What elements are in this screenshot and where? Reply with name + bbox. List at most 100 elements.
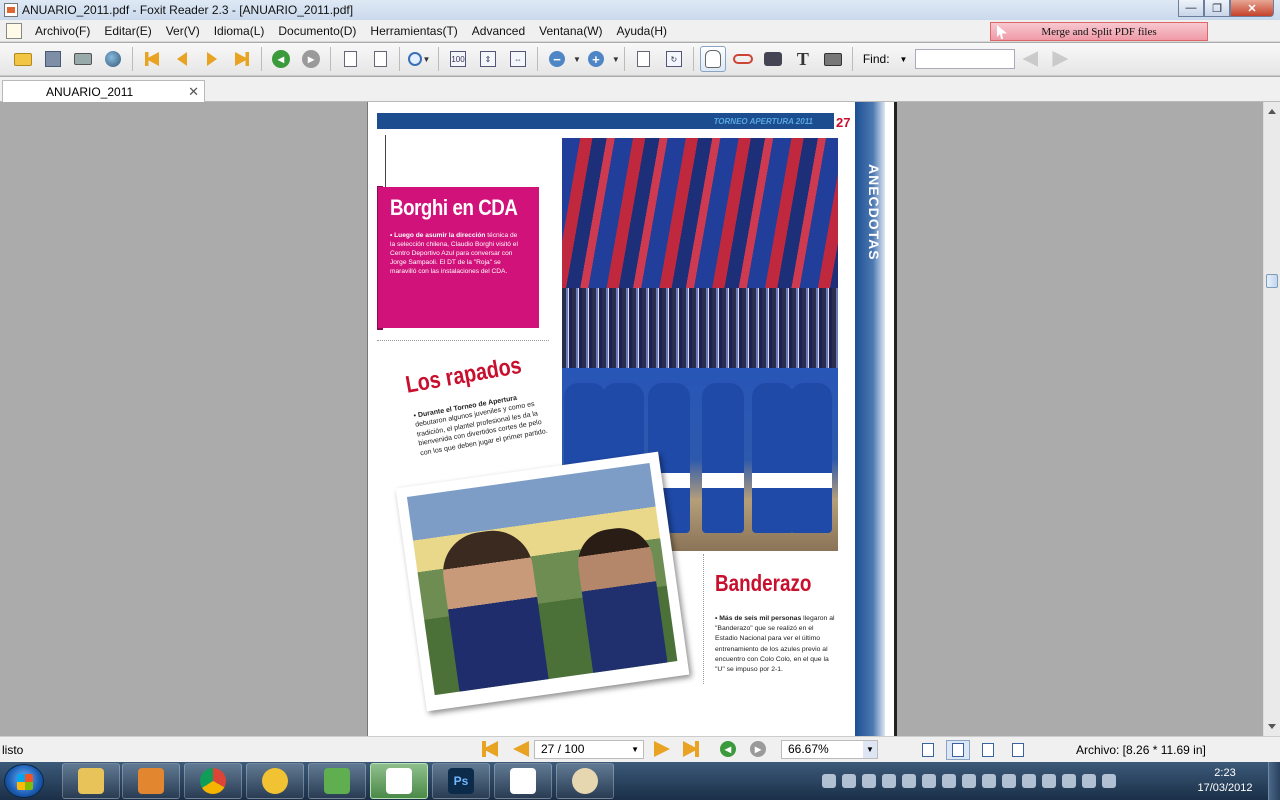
- menu-archivo[interactable]: Archivo(F): [28, 20, 97, 42]
- back-button[interactable]: ◂: [268, 46, 294, 72]
- last-page-button[interactable]: [229, 46, 255, 72]
- fit-page-button[interactable]: ⇕: [475, 46, 501, 72]
- page-number-value: 27 / 100: [541, 742, 585, 756]
- menu-ver[interactable]: Ver(V): [159, 20, 207, 42]
- tray-icon[interactable]: [862, 774, 876, 788]
- tray-icon[interactable]: [1022, 774, 1036, 788]
- zoom-out-button[interactable]: −: [544, 46, 570, 72]
- document-menu-icon[interactable]: [6, 22, 22, 39]
- find-tool-button[interactable]: [760, 46, 786, 72]
- menu-ayuda[interactable]: Ayuda(H): [610, 20, 674, 42]
- menu-advanced[interactable]: Advanced: [465, 20, 532, 42]
- taskbar-foxit-reader[interactable]: [370, 763, 428, 799]
- last-page-icon[interactable]: [683, 741, 699, 757]
- rotate-view-button[interactable]: ↻: [661, 46, 687, 72]
- scrollbar-thumb[interactable]: [1266, 274, 1278, 288]
- chevron-down-icon[interactable]: ▼: [631, 741, 639, 758]
- typewriter-button[interactable]: [730, 46, 756, 72]
- taskbar-messenger[interactable]: [308, 763, 366, 799]
- forward-icon: ▸: [302, 50, 320, 68]
- back-icon[interactable]: ◂: [720, 741, 736, 757]
- forward-icon[interactable]: ▸: [750, 741, 766, 757]
- print-button[interactable]: [70, 46, 96, 72]
- zoom-level-value: 66.67%: [788, 742, 829, 756]
- email-button[interactable]: [100, 46, 126, 72]
- chrome-icon: [200, 768, 226, 794]
- rotate-left-button[interactable]: [337, 46, 363, 72]
- tray-icon[interactable]: [842, 774, 856, 788]
- find-input[interactable]: [915, 49, 1016, 69]
- menu-idioma[interactable]: Idioma(L): [207, 20, 272, 42]
- find-next-icon: [1052, 51, 1069, 67]
- volume-icon[interactable]: [1062, 774, 1076, 788]
- maximize-button[interactable]: ❐: [1204, 0, 1230, 17]
- tab-close-icon[interactable]: ✕: [188, 84, 199, 100]
- vertical-scrollbar[interactable]: [1263, 102, 1280, 736]
- first-page-icon[interactable]: [482, 741, 498, 757]
- actual-size-button[interactable]: 100: [445, 46, 471, 72]
- find-label: Find:: [862, 52, 890, 66]
- taskbar-chrome[interactable]: [184, 763, 242, 799]
- network-icon[interactable]: [982, 774, 996, 788]
- snapshot-button[interactable]: [820, 46, 846, 72]
- chevron-down-icon[interactable]: ▼: [573, 55, 581, 64]
- single-page-button[interactable]: [916, 740, 940, 760]
- scroll-down-icon[interactable]: [1268, 724, 1276, 729]
- taskbar-paint[interactable]: [556, 763, 614, 799]
- close-button[interactable]: ✕: [1230, 0, 1274, 17]
- bluetooth-icon[interactable]: [962, 774, 976, 788]
- open-button[interactable]: [10, 46, 36, 72]
- next-page-button[interactable]: [199, 46, 225, 72]
- zoom-tool-button[interactable]: ▼: [406, 46, 432, 72]
- next-page-icon: [207, 52, 217, 66]
- page-number-field[interactable]: 27 / 100 ▼: [534, 740, 644, 759]
- zoom-level-field[interactable]: 66.67% ▼: [781, 740, 878, 759]
- menu-herramientas[interactable]: Herramientas(T): [363, 20, 464, 42]
- text-select-button[interactable]: T: [790, 46, 816, 72]
- previous-page-button[interactable]: [169, 46, 195, 72]
- bookmark-button[interactable]: [631, 46, 657, 72]
- find-previous-button[interactable]: [1017, 46, 1043, 72]
- taskbar-explorer[interactable]: [62, 763, 120, 799]
- start-button[interactable]: [4, 764, 44, 798]
- menu-ventana[interactable]: Ventana(W): [532, 20, 609, 42]
- menu-editar[interactable]: Editar(E): [97, 20, 158, 42]
- first-page-button[interactable]: [139, 46, 165, 72]
- tray-icon[interactable]: [902, 774, 916, 788]
- show-desktop-button[interactable]: [1268, 762, 1280, 800]
- hand-tool-button[interactable]: [699, 46, 726, 72]
- tray-icon[interactable]: [1042, 774, 1056, 788]
- tray-icon[interactable]: [882, 774, 896, 788]
- rotate-right-button[interactable]: [367, 46, 393, 72]
- taskbar-photoshop[interactable]: Ps: [432, 763, 490, 799]
- continuous-facing-button[interactable]: [1006, 740, 1030, 760]
- continuous-button[interactable]: [946, 740, 970, 760]
- chevron-down-icon[interactable]: ▼: [612, 55, 620, 64]
- tray-icon[interactable]: [1002, 774, 1016, 788]
- tray-icon[interactable]: [942, 774, 956, 788]
- taskbar-clock[interactable]: 2:23 17/03/2012: [1190, 766, 1260, 796]
- tab-anuario[interactable]: ANUARIO_2011 ✕: [2, 80, 205, 102]
- zoom-in-button[interactable]: +: [583, 46, 609, 72]
- next-page-icon[interactable]: [654, 741, 670, 757]
- tray-icon[interactable]: [1082, 774, 1096, 788]
- taskbar-media-player[interactable]: [122, 763, 180, 799]
- facing-button[interactable]: [976, 740, 1000, 760]
- tray-icon[interactable]: [822, 774, 836, 788]
- scroll-up-icon[interactable]: [1268, 109, 1276, 114]
- save-button[interactable]: [40, 46, 66, 72]
- minimize-button[interactable]: —: [1178, 0, 1204, 17]
- signal-icon[interactable]: [1102, 774, 1116, 788]
- document-viewport[interactable]: TORNEO APERTURA 2011 27 ANECDOTAS Borghi…: [0, 102, 1263, 736]
- taskbar-app-pen[interactable]: [494, 763, 552, 799]
- taskbar-app-a[interactable]: [246, 763, 304, 799]
- forward-button[interactable]: ▸: [298, 46, 324, 72]
- tray-icon[interactable]: [922, 774, 936, 788]
- menu-documento[interactable]: Documento(D): [271, 20, 363, 42]
- ad-banner[interactable]: Merge and Split PDF files: [990, 22, 1208, 41]
- find-next-button[interactable]: [1047, 46, 1073, 72]
- chevron-down-icon[interactable]: ▼: [863, 741, 877, 758]
- find-options-dropdown[interactable]: ▼: [900, 55, 908, 64]
- fit-width-button[interactable]: ⇔: [505, 46, 531, 72]
- previous-page-icon[interactable]: [513, 741, 529, 757]
